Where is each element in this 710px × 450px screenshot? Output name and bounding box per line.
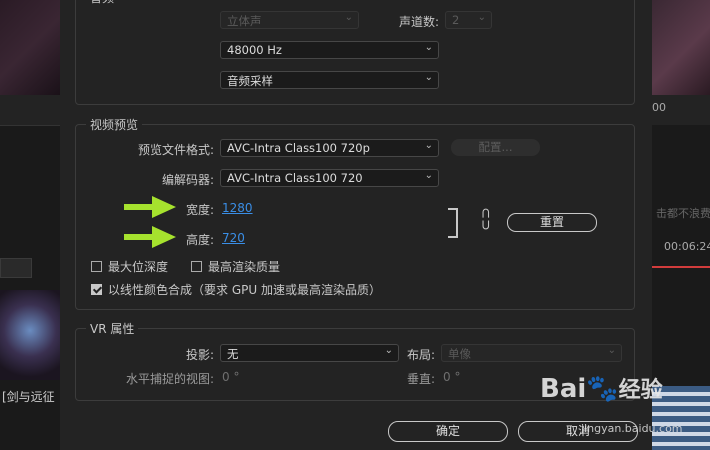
channel-count-label: 声道数:: [398, 15, 439, 29]
height-value-link[interactable]: 720: [222, 231, 245, 245]
codec-label: 编解码器:: [161, 173, 214, 187]
width-label: 宽度:: [185, 203, 214, 217]
max-render-quality-checkbox[interactable]: 最高渲染质量: [191, 258, 280, 275]
vertical-label: 垂直:: [406, 372, 435, 386]
chevron-down-icon: ⌄: [424, 170, 433, 181]
background-playhead-line: [652, 266, 710, 268]
display-format-select[interactable]: 音频采样 ⌄: [220, 71, 439, 89]
projection-label: 投影:: [185, 348, 214, 362]
horizontal-view-label: 水平捕捉的视图:: [125, 372, 214, 386]
configure-button[interactable]: 配置...: [451, 139, 540, 156]
channel-format-select: 立体声 ⌄: [220, 11, 359, 29]
horizontal-view-value: 0 °: [222, 370, 240, 384]
codec-select[interactable]: AVC-Intra Class100 720 ⌄: [220, 169, 439, 187]
chevron-down-icon: ⌄: [477, 12, 486, 23]
background-thumbnail-left: [0, 0, 60, 95]
height-label: 高度:: [185, 233, 214, 247]
linear-color-checkbox[interactable]: 以线性颜色合成（要求 GPU 加速或最高渲染品质）: [91, 281, 381, 298]
width-value-link[interactable]: 1280: [222, 201, 253, 215]
ok-button[interactable]: 确定: [388, 421, 508, 442]
sample-rate-select[interactable]: 48000 Hz ⌄: [220, 41, 439, 59]
checkbox-box[interactable]: [91, 261, 102, 272]
layout-select: 单像 ⌄: [441, 344, 622, 362]
layout-label: 布局:: [406, 348, 435, 362]
video-preview-group-title: 视频预览: [86, 116, 143, 133]
checkbox-box-checked[interactable]: [91, 284, 102, 295]
preview-file-format-select[interactable]: AVC-Intra Class100 720p ⌄: [220, 139, 439, 157]
vertical-value: 0 °: [443, 370, 461, 384]
background-input: [0, 258, 32, 278]
chevron-down-icon: ⌄: [607, 345, 616, 356]
background-thumbnail-right: [652, 0, 710, 95]
max-render-quality-label: 最高渲染质量: [208, 260, 281, 274]
chevron-down-icon: ⌄: [344, 12, 353, 23]
chain-link-icon[interactable]: ⊂⊃: [478, 207, 494, 230]
baidu-watermark-url: jingyan.baidu.com: [581, 422, 683, 435]
aspect-link-bracket: [448, 208, 458, 238]
chevron-down-icon: ⌄: [424, 42, 433, 53]
reset-button[interactable]: 重置: [507, 213, 597, 232]
preview-file-format-label: 预览文件格式:: [137, 143, 214, 157]
background-timecode: 00:06:24:: [664, 240, 710, 253]
linear-color-label: 以线性颜色合成（要求 GPU 加速或最高渲染品质）: [108, 283, 381, 297]
chevron-down-icon: ⌄: [424, 140, 433, 151]
vr-group-title: VR 属性: [86, 320, 139, 337]
chevron-down-icon: ⌄: [424, 72, 433, 83]
background-fragment-text: 00: [652, 101, 666, 114]
background-toolbar-left: [0, 95, 60, 126]
channel-count-select: 2 ⌄: [445, 11, 492, 29]
max-bit-depth-label: 最大位深度: [108, 260, 169, 274]
background-caption: [剑与远征: [2, 390, 55, 404]
paw-icon: 🐾: [586, 374, 619, 404]
background-game-image: [0, 290, 60, 380]
projection-select[interactable]: 无 ⌄: [220, 344, 399, 362]
baidu-watermark: Bai🐾经验: [540, 374, 663, 404]
background-fragment-text: 击都不浪费: [656, 207, 710, 220]
max-bit-depth-checkbox[interactable]: 最大位深度: [91, 258, 168, 275]
checkbox-box[interactable]: [191, 261, 202, 272]
audio-group-title: 音频: [86, 0, 119, 6]
chevron-down-icon: ⌄: [384, 345, 393, 356]
